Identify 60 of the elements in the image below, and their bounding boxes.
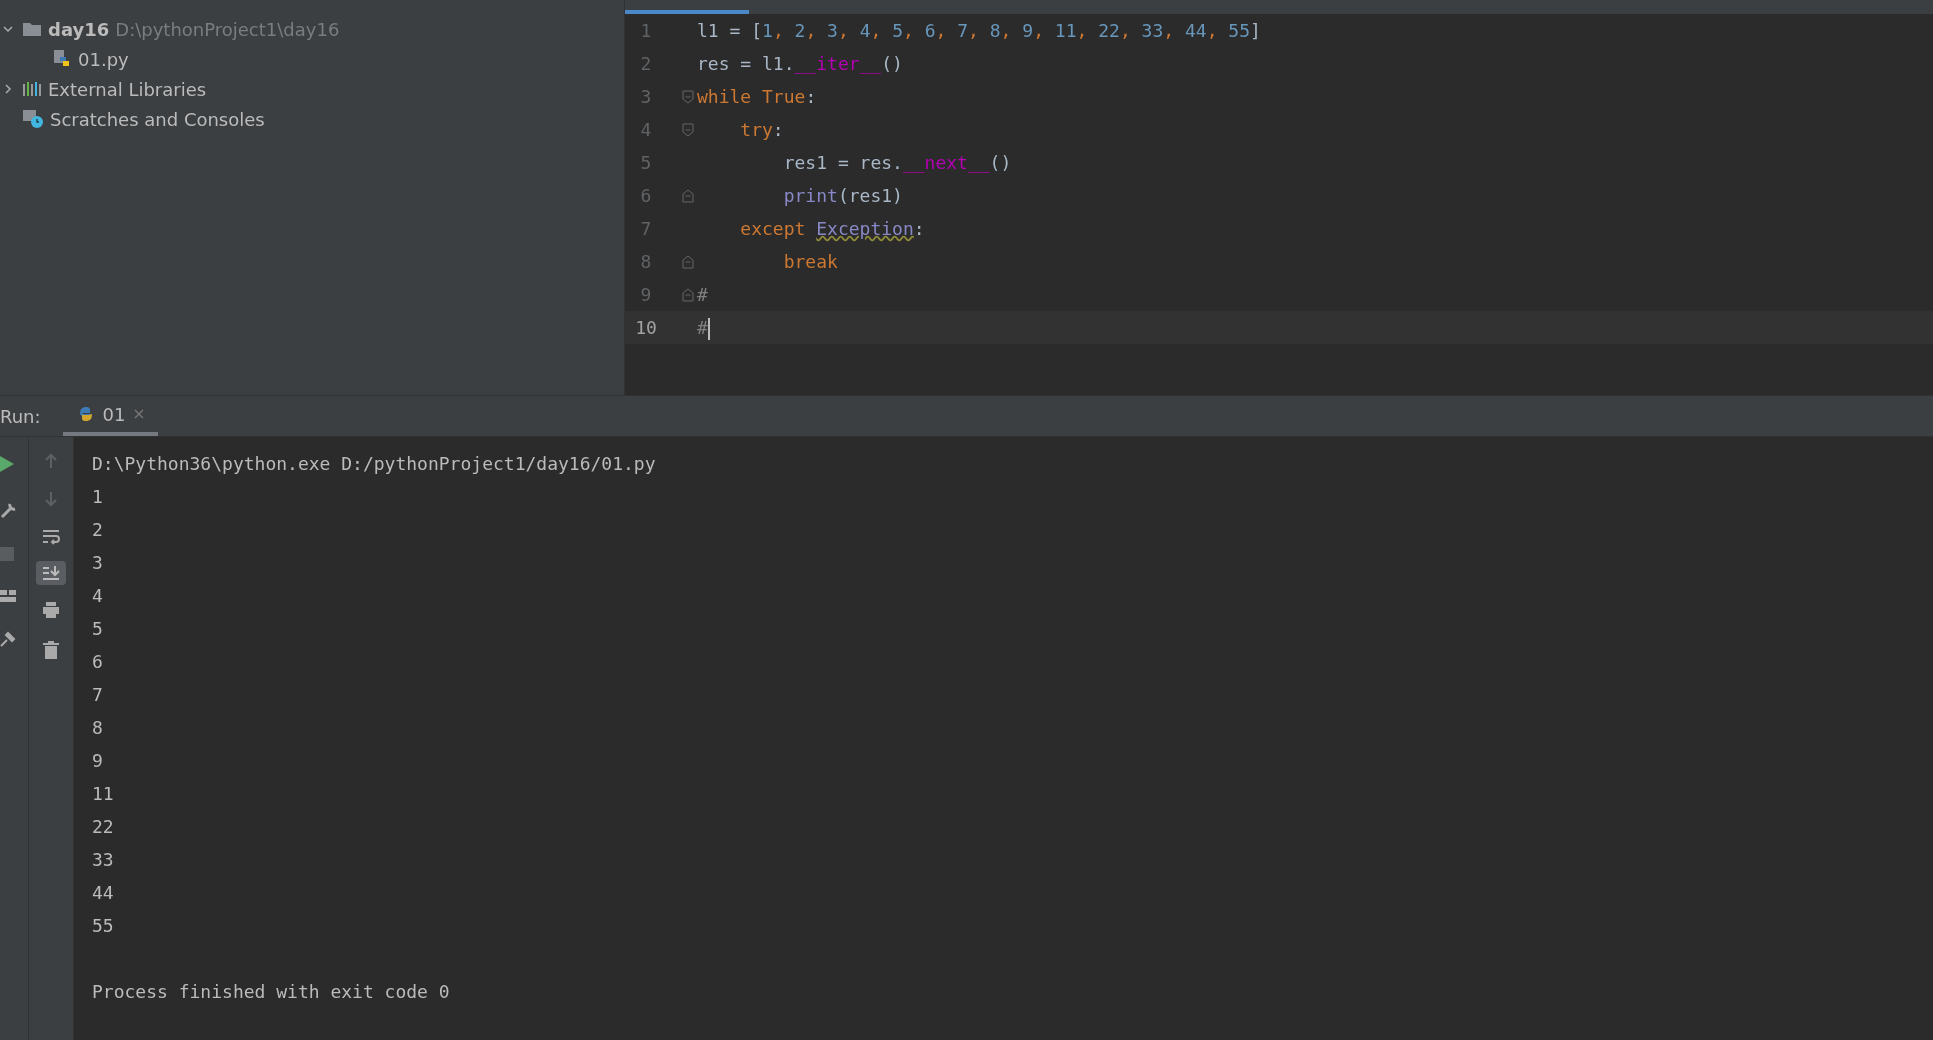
line-number: 7: [639, 218, 653, 239]
console-output: 9: [92, 750, 103, 771]
code-line: #: [697, 315, 710, 341]
run-label: Run:: [0, 405, 41, 427]
line-number: 1: [639, 20, 653, 41]
code-line: try:: [739, 117, 784, 142]
wrap-icon[interactable]: [42, 529, 60, 545]
code-line: l1 = [1, 2, 3, 4, 5, 6, 7, 8, 9, 11, 22, 33, 44, 55]: [697, 18, 1261, 43]
wrench-icon[interactable]: [0, 501, 18, 519]
console-output: 11: [92, 783, 114, 804]
code-line: print(res1): [782, 183, 903, 208]
code-line: #: [697, 282, 708, 307]
console-output: 8: [92, 717, 103, 738]
line-number: 6: [639, 185, 653, 206]
tree-item[interactable]: Scratches and Consoles: [50, 108, 265, 130]
console-output: 1: [92, 486, 103, 507]
tree-item[interactable]: day16: [48, 18, 110, 40]
run-icon[interactable]: [0, 455, 16, 473]
layout-icon[interactable]: [0, 589, 16, 603]
fold-marker-icon[interactable]: [682, 254, 694, 269]
scroll-to-end-button[interactable]: [36, 561, 66, 585]
line-number: 8: [639, 251, 653, 272]
line-number: 2: [639, 53, 653, 74]
console-output: 2: [92, 519, 103, 540]
folder-icon: [22, 21, 42, 37]
scroll-to-end-icon: [42, 565, 60, 581]
line-number: 3: [639, 86, 653, 107]
tree-item[interactable]: External Libraries: [48, 78, 207, 100]
code-line: while True:: [697, 84, 817, 109]
console-output: 55: [92, 915, 114, 936]
console-output: 33: [92, 849, 114, 870]
python-file-icon: [52, 49, 72, 69]
close-icon[interactable]: [133, 409, 144, 419]
tree-item[interactable]: 01.py: [78, 48, 129, 70]
console-output: 5: [92, 618, 103, 639]
line-number: 5: [639, 152, 653, 173]
console-output: 4: [92, 585, 103, 606]
console-output: 22: [92, 816, 114, 837]
fold-marker-icon[interactable]: [682, 122, 694, 137]
code-line: res = l1.__iter__(): [697, 51, 903, 76]
print-icon[interactable]: [42, 601, 60, 619]
line-number: 4: [639, 119, 653, 140]
code-line: except Exception:: [739, 216, 925, 241]
console-output: 44: [92, 882, 114, 903]
console-output: 3: [92, 552, 103, 573]
code-line: break: [782, 249, 838, 274]
console-output: 7: [92, 684, 103, 705]
process-status: Process finished with exit code 0: [92, 981, 450, 1002]
folder-path: D:\pythonProject1\day16: [115, 18, 340, 40]
console-output: 6: [92, 651, 103, 672]
trash-icon[interactable]: [43, 641, 59, 659]
code-line: res1 = res.__next__(): [782, 150, 1012, 175]
fold-marker-icon[interactable]: [682, 89, 694, 104]
console-output: D:\Python36\python.exe D:/pythonProject1/day16/01.py: [92, 453, 656, 474]
bar-chart-icon: [22, 81, 42, 97]
fold-marker-icon[interactable]: [682, 287, 694, 302]
line-number: 9: [639, 284, 653, 305]
scratches-icon: [22, 109, 44, 129]
fold-marker-icon[interactable]: [682, 188, 694, 203]
line-number: 10: [634, 317, 658, 338]
